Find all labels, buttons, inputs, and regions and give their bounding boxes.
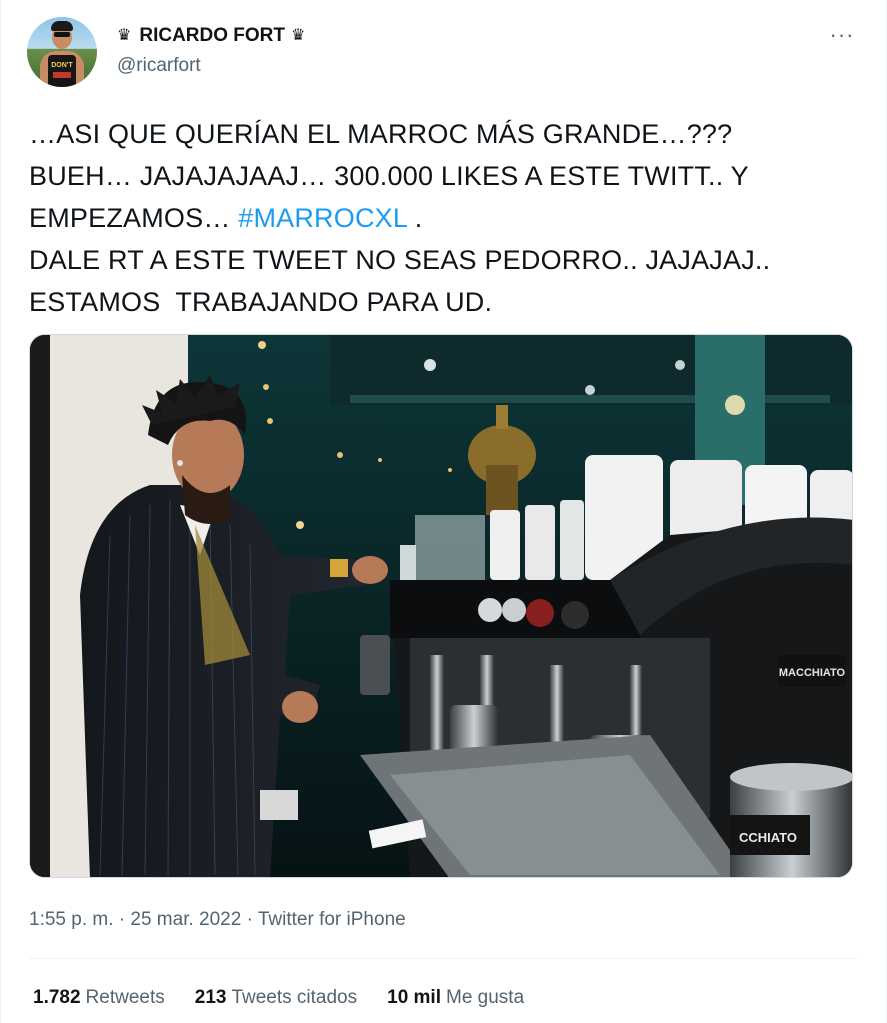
tweet-meta: 1:55 p. m. · 25 mar. 2022 · Twitter for … xyxy=(29,906,406,934)
avatar-shirt xyxy=(48,55,76,87)
crown-icon: ♛ xyxy=(117,27,132,44)
likes-stat[interactable]: 10 mil Me gusta xyxy=(387,984,524,1012)
tweet-time[interactable]: 1:55 p. m. xyxy=(29,909,114,930)
quote-tweets-count: 213 xyxy=(194,987,227,1008)
tweet-text: …ASI QUE QUERÍAN EL MARROC MÁS GRANDE…??… xyxy=(29,113,859,323)
author-name-row[interactable]: ♛ RICARDO FORT ♛ xyxy=(117,24,305,48)
avatar-sunglasses xyxy=(54,32,70,37)
avatar-shirt-stripe xyxy=(53,72,71,78)
divider xyxy=(29,958,858,959)
tweet-source[interactable]: Twitter for iPhone xyxy=(258,909,406,930)
tweet-photo[interactable]: MACCHIATO CCHIATO xyxy=(29,334,853,878)
quote-tweets-stat[interactable]: 213 Tweets citados xyxy=(195,984,357,1012)
crown-icon: ♛ xyxy=(291,27,306,44)
canister-label: CCHIATO xyxy=(739,830,797,845)
likes-label: Me gusta xyxy=(446,987,525,1008)
meta-separator: · xyxy=(241,909,258,930)
likes-count: 10 mil xyxy=(387,987,441,1008)
quote-tweets-label: Tweets citados xyxy=(231,987,358,1008)
photo-illustration: MACCHIATO CCHIATO xyxy=(30,335,852,877)
machine-brand-label: MACCHIATO xyxy=(779,667,846,679)
meta-separator: · xyxy=(113,909,131,930)
display-name[interactable]: RICARDO FORT xyxy=(139,24,285,48)
avatar[interactable]: DON'T xyxy=(27,17,97,87)
more-options-icon[interactable]: ··· xyxy=(827,20,857,50)
tweet-stats: 1.782 Retweets 213 Tweets citados 10 mil Me… xyxy=(33,984,554,1012)
retweets-count: 1.782 xyxy=(33,987,81,1008)
retweets-stat[interactable]: 1.782 Retweets xyxy=(33,984,165,1012)
retweets-label: Retweets xyxy=(85,987,165,1008)
author-handle[interactable]: @ricarfort xyxy=(117,54,201,78)
tweet-card: DON'T ♛ RICARDO FORT ♛ @ricarfort ··· …A… xyxy=(0,0,887,1023)
avatar-shirt-text: DON'T xyxy=(51,62,73,69)
hashtag-link[interactable]: #MARROCXL xyxy=(238,203,407,233)
avatar-hair xyxy=(51,21,73,31)
tweet-date[interactable]: 25 mar. 2022 xyxy=(130,909,241,930)
